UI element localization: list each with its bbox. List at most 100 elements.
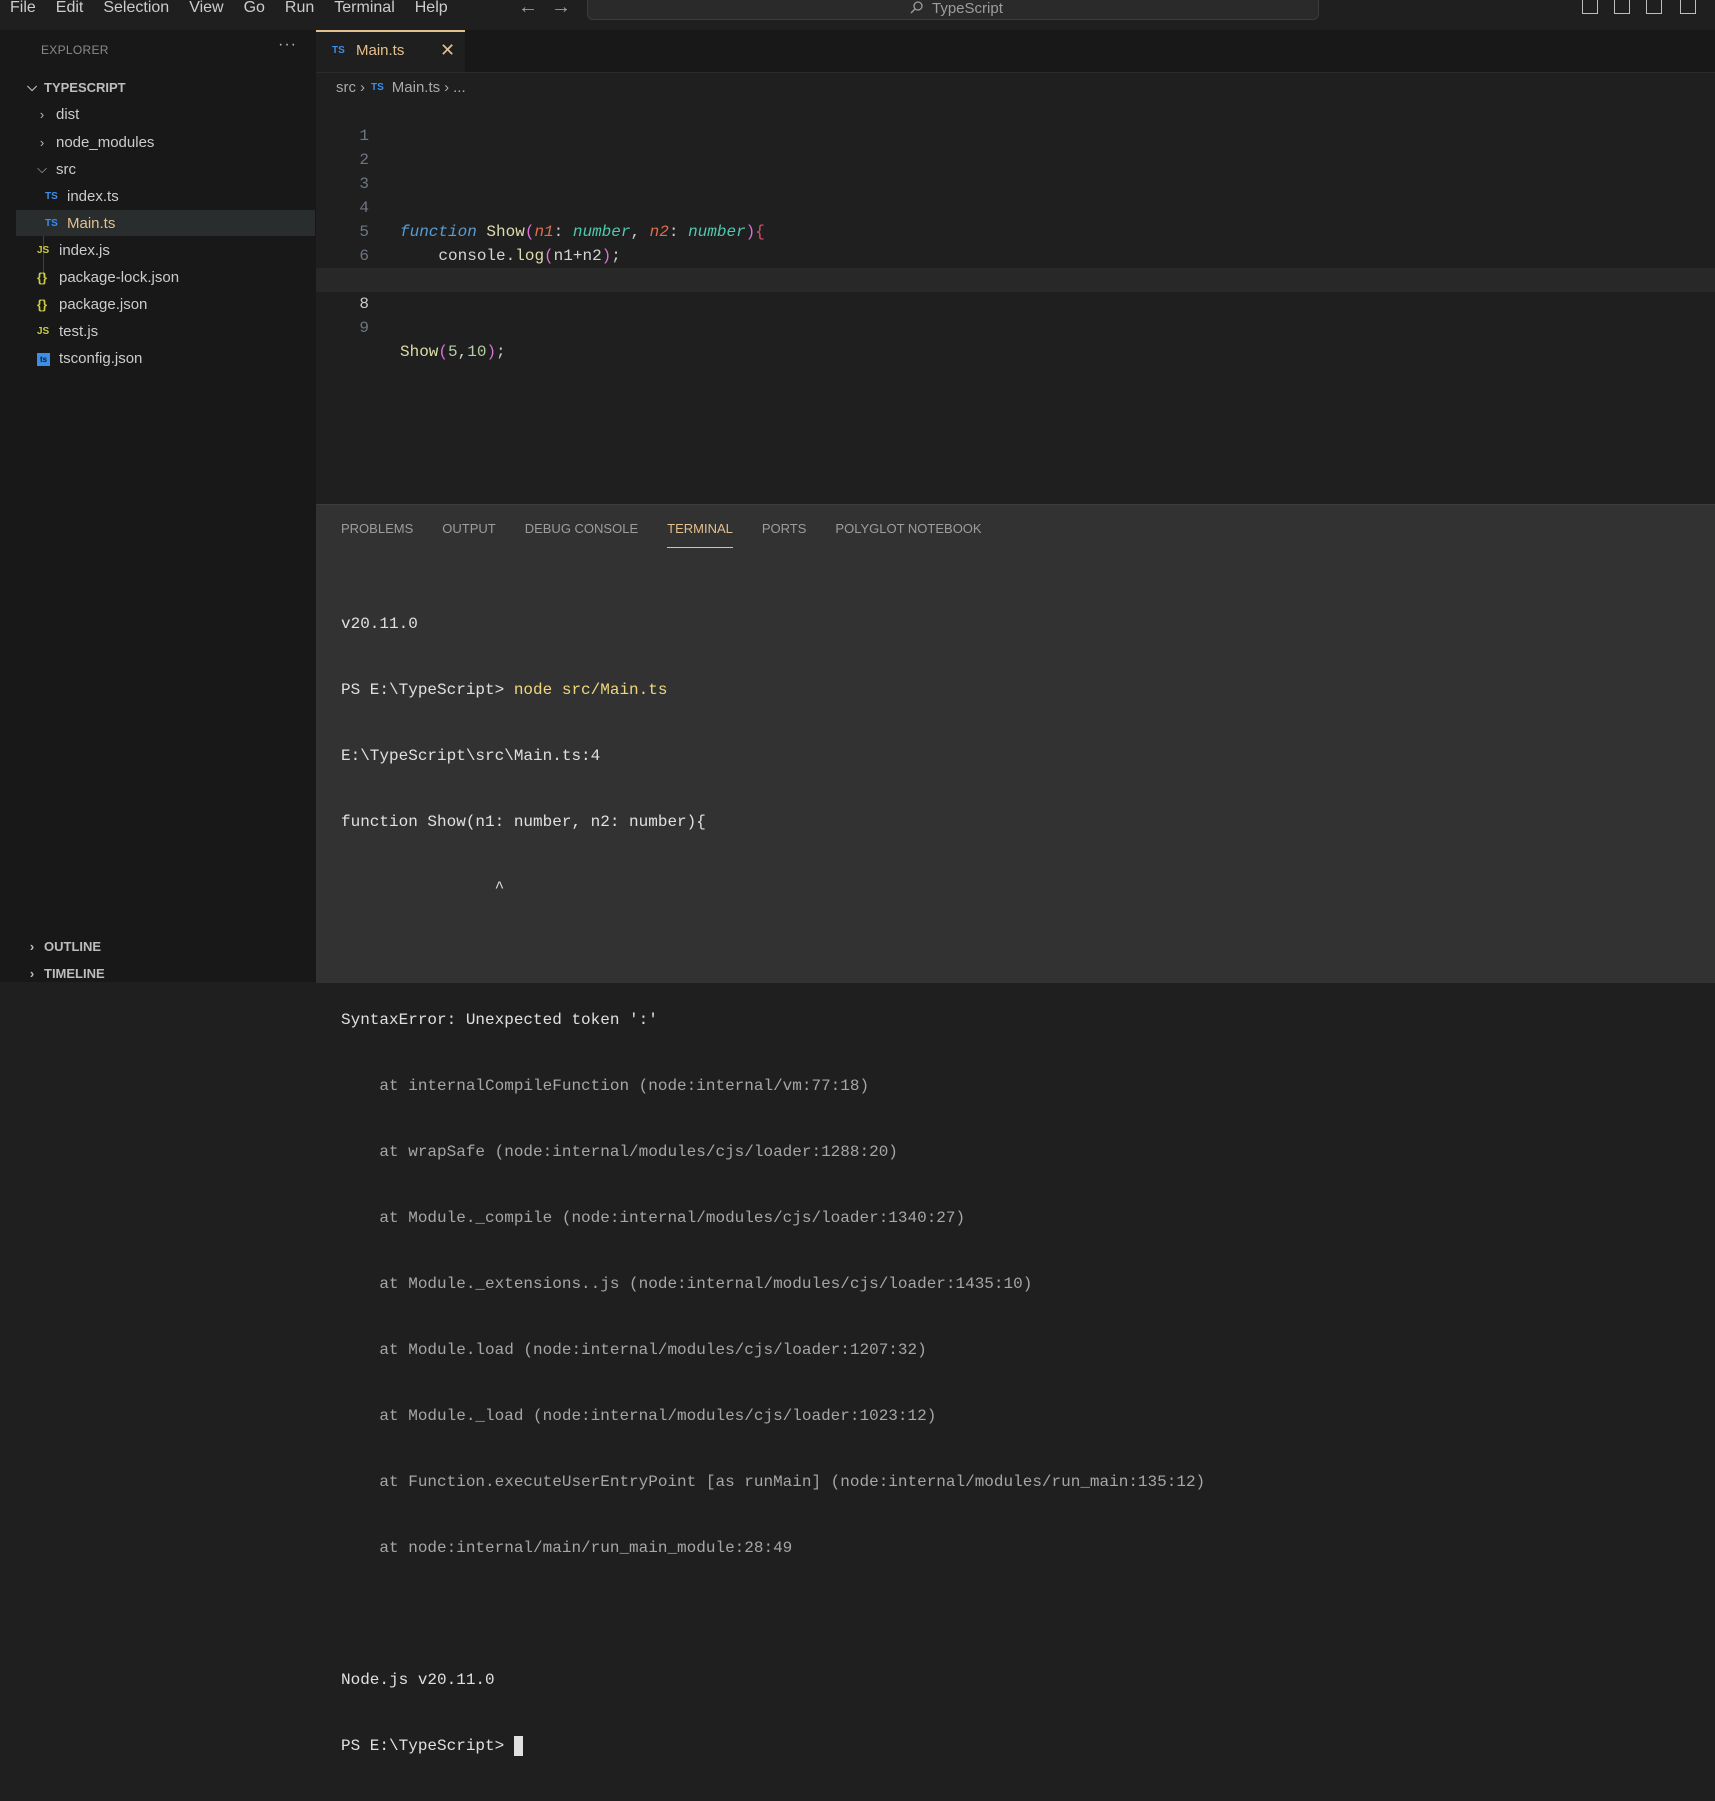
tree-item-package-lock-json[interactable]: {} package-lock.json [16,264,315,290]
menu-edit[interactable]: Edit [46,0,94,18]
tree-item-node-modules[interactable]: › node_modules [16,129,315,155]
editor-area: TS Main.ts ✕ src › TS Main.ts › ... 1 2 … [316,30,1715,504]
tree-item-label: Main.ts [67,214,116,232]
current-code-line: 8 [316,268,1715,313]
breadcrumb-more[interactable]: ... [453,79,466,96]
menu-go[interactable]: Go [234,0,275,18]
tree-item-package-json[interactable]: {} package.json [16,291,315,317]
typescript-file-icon: TS [332,45,345,56]
forward-arrow-icon[interactable]: → [551,0,571,17]
menu-help[interactable]: Help [405,0,458,18]
tab-problems[interactable]: PROBLEMS [341,519,413,547]
chevron-right-icon: › [29,965,35,981]
code-line: 9 Show(5,10); [316,292,1715,361]
token-number: 10 [467,343,487,361]
breadcrumb-file[interactable]: Main.ts [392,79,440,96]
typescript-file-icon: TS [371,81,384,93]
toggle-secondary-sidebar-icon[interactable] [1646,0,1662,14]
javascript-file-icon: JS [37,325,50,337]
typescript-file-icon: TS [45,217,58,229]
terminal-prompt-line: PS E:\TypeScript> [341,1735,1205,1757]
chevron-down-icon: ⌵ [27,79,37,94]
json-file-icon: {} [37,296,48,312]
tree-item-label: package.json [59,295,148,313]
toggle-primary-sidebar-icon[interactable] [1582,0,1598,14]
menu-terminal[interactable]: Terminal [324,0,404,18]
tree-item-index-ts[interactable]: TS index.ts [16,183,315,209]
chevron-right-icon: › [39,134,45,150]
code-line: 1 [316,100,1715,145]
breadcrumb: src › TS Main.ts › ... [336,77,466,97]
tree-item-tsconfig-json[interactable]: ts tsconfig.json [16,345,315,371]
tree-item-test-js[interactable]: JS test.js [16,318,315,344]
menu-view[interactable]: View [179,0,233,18]
code-line: 3 [316,148,1715,193]
terminal-output[interactable]: v20.11.0 PS E:\TypeScript> node src/Main… [341,569,1205,1801]
code-line: 4 function Show(n1: number, n2: number){ [316,172,1715,241]
menu-bar: File Edit Selection View Go Run Terminal… [0,0,458,18]
tsconfig-badge: ts [37,352,50,366]
editor-tab-bar: TS Main.ts ✕ [316,30,1715,73]
terminal-line: function Show(n1: number, n2: number){ [341,813,706,831]
stack-trace-line: at wrapSafe (node:internal/modules/cjs/l… [341,1143,898,1161]
code-text: Show(5,10); [400,343,506,361]
toggle-panel-icon[interactable] [1614,0,1630,14]
tree-item-label: dist [56,105,80,123]
tab-polyglot-notebook[interactable]: POLYGLOT NOTEBOOK [835,519,981,547]
tree-item-src[interactable]: ⌵ src [16,156,315,182]
tree-item-main-ts[interactable]: TS Main.ts [16,210,315,236]
outline-section-header[interactable]: › OUTLINE [24,935,101,957]
tab-debug-console[interactable]: DEBUG CONSOLE [525,519,638,547]
menu-run[interactable]: Run [275,0,324,18]
back-arrow-icon[interactable]: ← [518,0,538,17]
more-actions-icon[interactable]: ··· [278,36,297,54]
menu-selection[interactable]: Selection [93,0,179,18]
command-center-text: TypeScript [932,0,1003,17]
chevron-right-icon: › [39,106,45,122]
terminal-line: E:\TypeScript\src\Main.ts:4 [341,747,601,765]
token-function-name: Show [400,343,439,361]
stack-trace-line: at node:internal/main/run_main_module:28… [341,1539,793,1557]
title-bar: File Edit Selection View Go Run Terminal… [0,0,1715,31]
tree-item-label: src [56,160,76,178]
tab-terminal[interactable]: TERMINAL [667,519,733,548]
outline-label: OUTLINE [44,938,102,954]
code-editor[interactable]: 1 2 3 4 function Show(n1: number, n2: nu… [316,100,1715,361]
terminal-prompt: PS E:\TypeScript> [341,1737,514,1755]
close-icon[interactable]: ✕ [440,40,455,61]
chevron-down-icon: ⌵ [37,161,47,176]
stack-trace-line: at Function.executeUserEntryPoint [as ru… [341,1473,1206,1491]
chevron-right-icon: › [444,78,450,96]
code-line: 5 console.log(n1+n2); [316,196,1715,265]
tree-item-label: node_modules [56,133,155,151]
stack-trace-line: at Module.load (node:internal/modules/cj… [341,1341,927,1359]
chevron-right-icon: › [29,938,35,954]
customize-layout-icon[interactable] [1680,0,1696,14]
panel-tab-bar: PROBLEMS OUTPUT DEBUG CONSOLE TERMINAL P… [341,519,1011,549]
terminal-line: v20.11.0 [341,615,418,633]
timeline-label: TIMELINE [44,965,105,981]
tree-item-index-js[interactable]: JS index.js [16,237,315,263]
command-center[interactable]: TypeScript [587,0,1319,20]
search-icon [910,1,923,14]
tree-item-label: index.ts [67,187,119,205]
timeline-section-header[interactable]: › TIMELINE [24,962,105,984]
tab-output[interactable]: OUTPUT [442,519,495,547]
tab-ports[interactable]: PORTS [762,519,807,547]
stack-trace-line: at Module._extensions..js (node:internal… [341,1275,1033,1293]
tree-item-label: index.js [59,241,110,259]
stack-trace-line: at Module._load (node:internal/modules/c… [341,1407,937,1425]
terminal-command-line: PS E:\TypeScript> node src/Main.ts [341,679,1205,701]
workspace-section-header[interactable]: ⌵ TYPESCRIPT [24,76,126,98]
terminal-command: node src/Main.ts [513,681,668,699]
bottom-panel: PROBLEMS OUTPUT DEBUG CONSOLE TERMINAL P… [316,504,1715,1756]
tsconfig-file-icon: ts [37,351,59,366]
tree-item-dist[interactable]: › dist [16,101,315,127]
menu-file[interactable]: File [0,0,46,18]
explorer-sidebar: EXPLORER ··· ⌵ TYPESCRIPT › dist › node_… [16,30,317,982]
line-number: 9 [359,319,369,337]
chevron-right-icon: › [360,78,365,96]
breadcrumb-folder[interactable]: src [336,79,356,96]
tab-main-ts[interactable]: TS Main.ts ✕ [316,30,465,72]
